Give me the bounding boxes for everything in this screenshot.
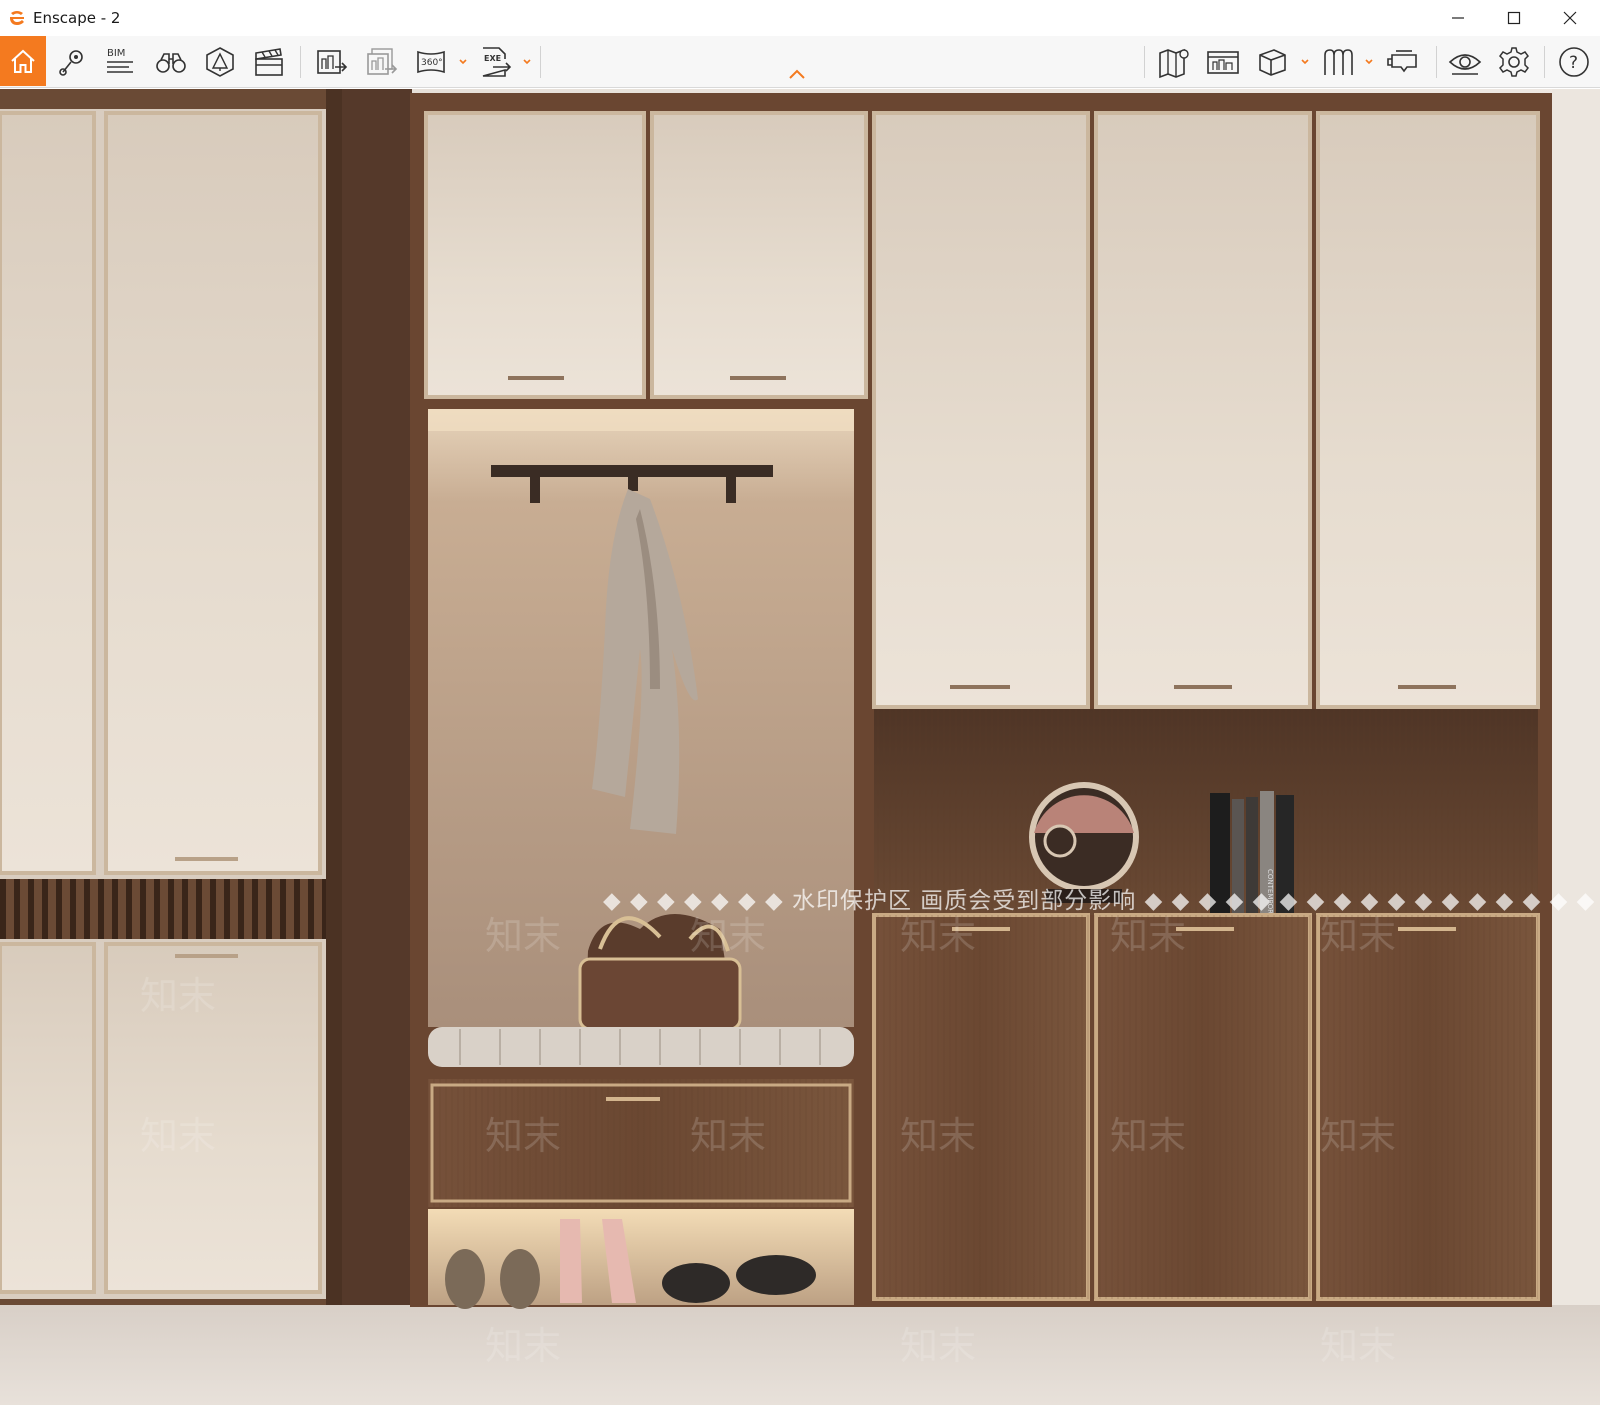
settings-button[interactable] xyxy=(1492,36,1536,88)
watermark-tile: 知末 xyxy=(1110,1114,1186,1158)
title-bar: Enscape - 2 xyxy=(0,0,1600,36)
clapperboard-icon xyxy=(255,48,283,76)
toolbar-separator xyxy=(540,46,541,78)
window-title: Enscape - 2 xyxy=(33,9,121,27)
maximize-icon xyxy=(1507,11,1521,25)
binoculars-button[interactable] xyxy=(150,36,192,88)
watermark-tile: 知末 xyxy=(690,1114,766,1158)
watermark-tile: 知末 xyxy=(485,914,561,958)
toolbar-separator xyxy=(300,46,301,78)
exe-export-icon: EXE xyxy=(482,47,512,77)
help-button[interactable]: ? xyxy=(1552,36,1596,88)
watermark-tile: 知末 xyxy=(1320,1324,1396,1368)
binoculars-icon xyxy=(156,53,186,73)
video-editor-button[interactable] xyxy=(248,36,290,88)
batch-render-icon xyxy=(367,48,398,75)
close-button[interactable] xyxy=(1546,0,1594,36)
enscape-logo-icon xyxy=(10,11,24,25)
visual-settings-button[interactable] xyxy=(1442,36,1488,88)
asset-library-icon xyxy=(206,47,234,77)
panorama-button[interactable]: 360° xyxy=(410,36,454,88)
material-editor-button[interactable] xyxy=(1200,36,1246,88)
map-icon xyxy=(1159,48,1189,79)
views-button[interactable] xyxy=(52,36,92,88)
home-button[interactable] xyxy=(0,36,46,86)
svg-text:360°: 360° xyxy=(421,58,443,68)
watermark-tile: 知末 xyxy=(1320,1114,1396,1158)
location-pin-icon xyxy=(59,50,83,76)
library-icon xyxy=(1324,49,1353,75)
minimize-button[interactable] xyxy=(1434,0,1482,36)
watermark-tile: 知末 xyxy=(690,914,766,958)
toolbar-separator xyxy=(1436,46,1437,78)
exe-export-button[interactable]: EXE xyxy=(474,36,518,88)
bim-button[interactable]: BIM xyxy=(100,36,140,88)
library-button[interactable] xyxy=(1316,36,1360,88)
cube-icon xyxy=(1259,49,1286,76)
svg-text:BIM: BIM xyxy=(107,48,125,59)
watermark-tile: 知末 xyxy=(1320,914,1396,958)
svg-text:?: ? xyxy=(1569,53,1578,73)
render-viewport[interactable]: CONTEMPORARY ART BOOKS 知末 知末 知末 知末 知末 知末… xyxy=(0,89,1600,1405)
panorama-dropdown-chevron-icon[interactable] xyxy=(458,57,468,67)
watermark-tile: 知末 xyxy=(1110,914,1186,958)
render-export-button[interactable] xyxy=(310,36,354,88)
vr-headset-icon xyxy=(1387,50,1417,73)
watermark-banner: ◆ ◆ ◆ ◆ ◆ ◆ ◆ 水印保护区 画质会受到部分影响 ◆ ◆ ◆ ◆ ◆ … xyxy=(603,888,1600,914)
panorama-360-icon: 360° xyxy=(417,50,445,74)
batch-render-button[interactable] xyxy=(360,36,404,88)
toolbar-separator xyxy=(1544,46,1545,78)
home-icon xyxy=(11,49,35,73)
library-dropdown-chevron-icon[interactable] xyxy=(1364,57,1374,67)
cube-dropdown-chevron-icon[interactable] xyxy=(1300,57,1310,67)
map-button[interactable] xyxy=(1152,36,1196,88)
vr-headset-button[interactable] xyxy=(1380,36,1426,88)
minimize-icon xyxy=(1452,17,1464,19)
watermark-tile: 知末 xyxy=(900,1324,976,1368)
svg-text:EXE: EXE xyxy=(484,54,501,63)
watermark-tile: 知末 xyxy=(485,1114,561,1158)
collapse-toolbar-chevron-icon[interactable] xyxy=(786,66,808,82)
exe-dropdown-chevron-icon[interactable] xyxy=(522,57,532,67)
material-editor-icon xyxy=(1207,51,1239,74)
watermark-tile: 知末 xyxy=(900,1114,976,1158)
toolbar-separator xyxy=(1144,46,1145,78)
asset-library-button[interactable] xyxy=(198,36,242,88)
main-toolbar: BIM 360° EXE ? xyxy=(0,36,1600,88)
watermark-tile: 知末 xyxy=(485,1324,561,1368)
eye-icon xyxy=(1448,54,1482,75)
rendered-scene: CONTEMPORARY ART BOOKS 知末 知末 知末 知末 知末 知末… xyxy=(0,89,1600,1405)
render-export-icon xyxy=(317,50,348,74)
cube-button[interactable] xyxy=(1250,36,1294,88)
help-icon: ? xyxy=(1559,47,1589,77)
watermark-tile: 知末 xyxy=(140,1114,216,1158)
bim-icon: BIM xyxy=(107,48,133,73)
watermark-tile: 知末 xyxy=(140,974,216,1018)
gear-icon xyxy=(1499,47,1529,77)
watermark-tile: 知末 xyxy=(900,914,976,958)
maximize-button[interactable] xyxy=(1490,0,1538,36)
close-icon xyxy=(1563,11,1577,25)
